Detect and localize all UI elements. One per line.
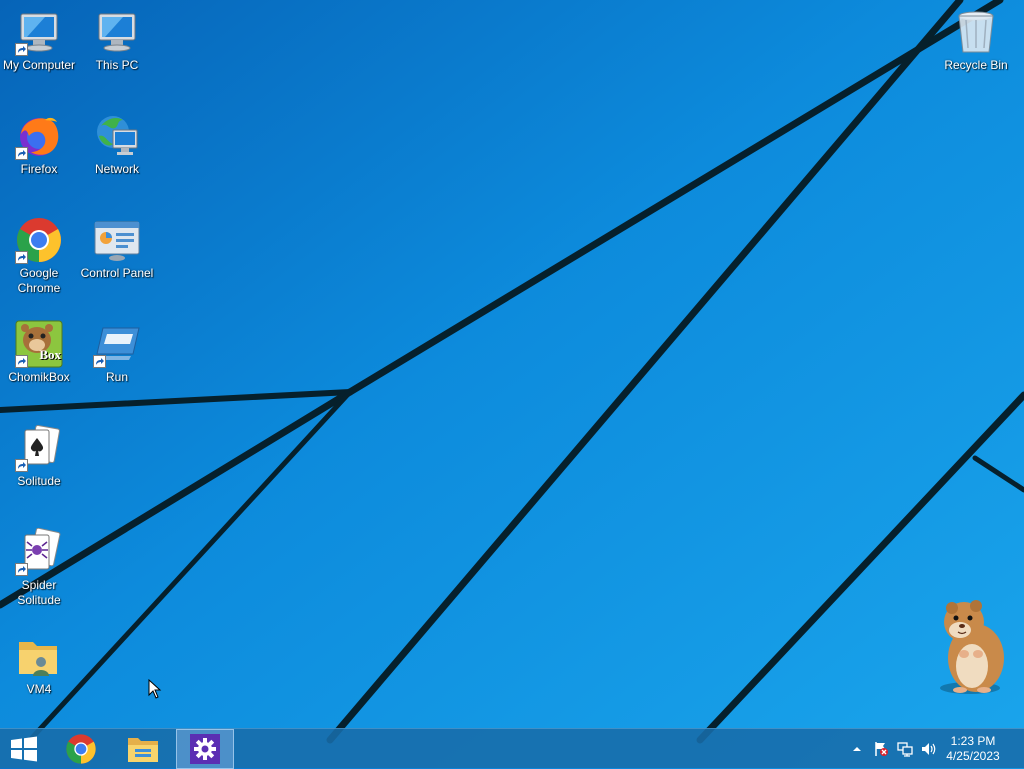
folder-user-icon <box>15 632 63 680</box>
tray-action-center[interactable] <box>870 729 892 769</box>
desktop-icon-firefox[interactable]: Firefox <box>0 112 78 177</box>
desktop-icon-spider-solitude[interactable]: Spider Solitude <box>0 527 78 608</box>
clock-date: 4/25/2023 <box>946 749 1000 763</box>
firefox-icon <box>15 112 63 160</box>
desktop-icon-label: Network <box>94 162 139 176</box>
recycle-bin-icon <box>952 8 1000 56</box>
desktop-icon-control-panel[interactable]: Control Panel <box>78 216 156 281</box>
volume-icon <box>922 743 936 755</box>
desktop-icon-label: Firefox <box>20 162 58 176</box>
tray-overflow-button[interactable] <box>848 729 866 769</box>
desktop-icon-run[interactable]: Run <box>78 320 156 385</box>
desktop-icon-label: Control Panel <box>80 266 154 280</box>
desktop-icon-label: Run <box>105 370 128 384</box>
settings-taskbar-button[interactable] <box>176 729 234 769</box>
run-icon <box>93 320 141 368</box>
tray-network[interactable] <box>894 729 916 769</box>
taskbar: 1:23 PM 4/25/2023 <box>0 728 1024 769</box>
control-panel-icon <box>93 216 141 264</box>
my-computer-icon <box>15 8 63 56</box>
chrome-icon <box>15 216 63 264</box>
desktop-icon-vm4[interactable]: VM4 <box>0 632 78 697</box>
chrome-taskbar-button[interactable] <box>52 729 110 769</box>
desktop-icon-label: This PC <box>95 58 139 72</box>
windows-logo-icon <box>11 736 37 762</box>
desktop-icon-network[interactable]: Network <box>78 112 156 177</box>
hamster-desktop-pet[interactable] <box>924 592 1016 702</box>
desktop-icon-google-chrome[interactable]: Google Chrome <box>0 216 78 296</box>
chevron-up-icon <box>853 747 861 751</box>
folder-icon <box>128 738 158 762</box>
desktop-icon-label: Recycle Bin <box>944 58 1008 72</box>
start-button[interactable] <box>0 729 48 769</box>
desktop-icon-chomikbox[interactable]: Box ChomikBox <box>0 320 78 385</box>
desktop-icon-label: ChomikBox <box>8 370 70 384</box>
chomikbox-icon: Box <box>15 320 63 368</box>
chrome-icon <box>66 734 96 764</box>
desktop-icon-label: Spider Solitude <box>17 578 61 607</box>
desktop-icon-my-computer[interactable]: My Computer <box>0 8 78 73</box>
network-icon <box>897 742 913 757</box>
desktop-icon-recycle-bin[interactable]: Recycle Bin <box>937 8 1015 73</box>
desktop-icon-solitude[interactable]: Solitude <box>0 424 78 489</box>
taskbar-clock[interactable]: 1:23 PM 4/25/2023 <box>938 734 1008 764</box>
tray-volume[interactable] <box>918 729 940 769</box>
chomikbox-badge-text: Box <box>39 347 61 362</box>
clock-time: 1:23 PM <box>950 734 996 748</box>
file-explorer-taskbar-button[interactable] <box>114 729 172 769</box>
desktop-icon-this-pc[interactable]: This PC <box>78 8 156 73</box>
desktop-icon-label: VM4 <box>26 682 52 696</box>
gear-icon <box>190 734 220 764</box>
mouse-cursor <box>148 679 162 699</box>
spider-solitaire-icon <box>15 527 63 576</box>
desktop-icon-label: Solitude <box>17 474 61 488</box>
desktop-icon-label: My Computer <box>2 58 76 72</box>
this-pc-icon <box>93 8 141 56</box>
action-center-flag-icon <box>875 742 888 756</box>
network-icon <box>93 112 141 160</box>
desktop-icon-label: Google Chrome <box>17 266 61 295</box>
solitaire-cards-icon <box>15 424 63 472</box>
